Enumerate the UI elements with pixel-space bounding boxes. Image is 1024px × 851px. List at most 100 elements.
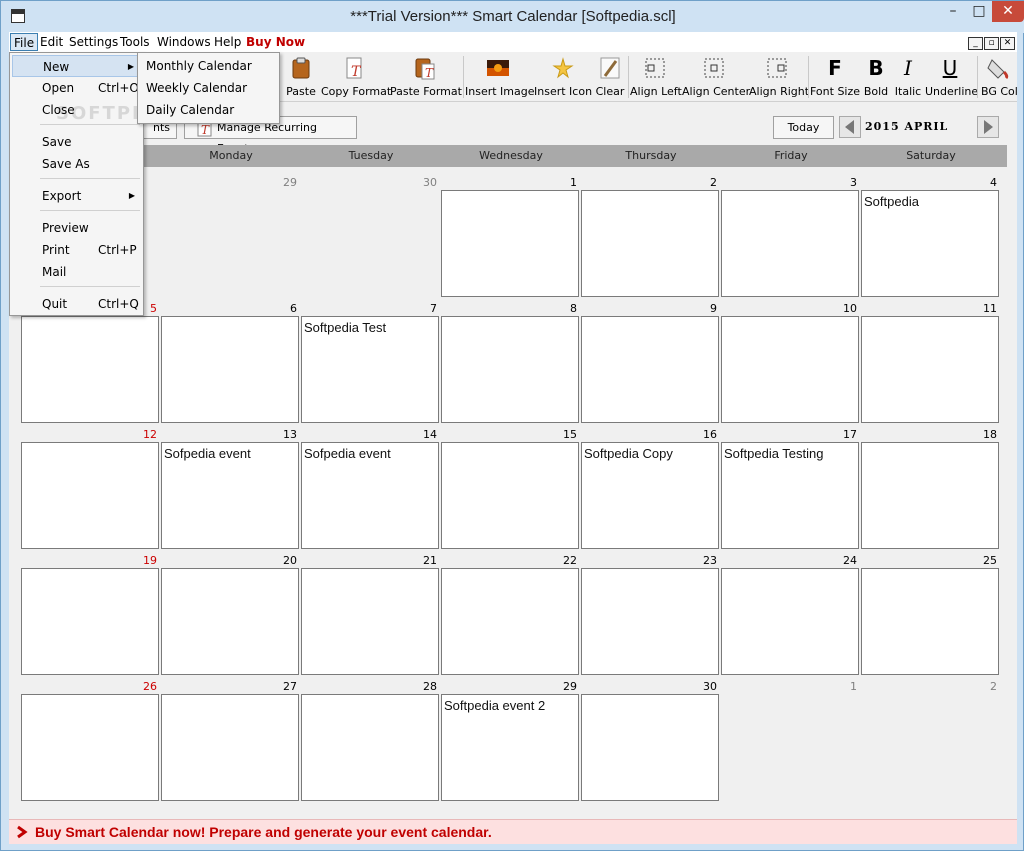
file-menu-mail[interactable]: Mail xyxy=(12,261,141,283)
file-menu-new[interactable]: New ▶ xyxy=(12,55,141,77)
menu-buy-now[interactable]: Buy Now xyxy=(243,33,308,51)
day-cell[interactable]: 18 xyxy=(861,419,1001,549)
mdi-close-button[interactable]: ✕ xyxy=(1000,37,1015,50)
file-menu-preview[interactable]: Preview xyxy=(12,217,141,239)
day-event-box[interactable] xyxy=(581,316,719,423)
day-event-box[interactable] xyxy=(161,694,299,801)
day-event-box[interactable] xyxy=(721,190,859,297)
day-event-box[interactable] xyxy=(581,568,719,675)
copy-format-button[interactable]: T Copy Format xyxy=(321,52,391,102)
maximize-button[interactable]: □ xyxy=(966,1,992,22)
next-month-arrow-icon[interactable] xyxy=(977,116,999,138)
menu-tools[interactable]: Tools xyxy=(117,33,153,51)
paste-format-button[interactable]: T Paste Format xyxy=(390,52,462,102)
close-button[interactable]: ✕ xyxy=(992,1,1024,22)
file-menu-export[interactable]: Export ▶ xyxy=(12,185,141,207)
bg-color-button[interactable]: BG Colo xyxy=(979,52,1017,102)
promo-message[interactable]: Buy Smart Calendar now! Prepare and gene… xyxy=(35,824,492,840)
file-menu-save-as[interactable]: Save As xyxy=(12,153,141,175)
day-cell[interactable]: 3 xyxy=(721,167,861,297)
day-cell[interactable]: 13 Sofpedia event xyxy=(161,419,301,549)
clear-button[interactable]: Clear xyxy=(595,52,625,102)
font-size-button[interactable]: F Font Size xyxy=(810,52,860,102)
previous-month-arrow-icon[interactable] xyxy=(839,116,861,138)
day-cell[interactable]: 9 xyxy=(581,293,721,423)
day-cell[interactable]: 26 xyxy=(21,671,161,801)
insert-image-button[interactable]: Insert Image xyxy=(465,52,535,102)
today-button[interactable]: Today xyxy=(773,116,834,139)
day-event-box[interactable]: Softpedia xyxy=(861,190,999,297)
file-menu-quit[interactable]: Quit Ctrl+Q xyxy=(12,293,141,315)
file-menu-save[interactable]: Save xyxy=(12,131,141,153)
day-cell[interactable]: 15 xyxy=(441,419,581,549)
day-event-box[interactable] xyxy=(861,442,999,549)
day-cell[interactable]: 8 xyxy=(441,293,581,423)
menu-windows[interactable]: Windows xyxy=(154,33,214,51)
mdi-minimize-button[interactable]: _ xyxy=(968,37,983,50)
day-cell[interactable]: 23 xyxy=(581,545,721,675)
day-cell[interactable]: 25 xyxy=(861,545,1001,675)
day-event-box[interactable] xyxy=(21,568,159,675)
day-cell[interactable]: 10 xyxy=(721,293,861,423)
bold-button[interactable]: B Bold xyxy=(862,52,890,102)
day-event-box[interactable] xyxy=(861,568,999,675)
underline-button[interactable]: U Underline xyxy=(925,52,978,102)
minimize-button[interactable]: – xyxy=(940,1,966,22)
align-right-button[interactable]: Align Right xyxy=(749,52,809,102)
paste-button[interactable]: Paste xyxy=(284,52,318,102)
day-cell[interactable]: 30 xyxy=(301,167,441,293)
day-event-box[interactable] xyxy=(581,190,719,297)
day-event-box[interactable] xyxy=(721,316,859,423)
day-event-box[interactable] xyxy=(441,316,579,423)
day-cell[interactable]: 19 xyxy=(21,545,161,675)
new-daily-calendar[interactable]: Daily Calendar xyxy=(140,99,277,121)
day-event-box[interactable] xyxy=(441,568,579,675)
day-cell[interactable]: 6 xyxy=(161,293,301,423)
day-event-box[interactable] xyxy=(301,568,439,675)
new-weekly-calendar[interactable]: Weekly Calendar xyxy=(140,77,277,99)
day-cell[interactable]: 28 xyxy=(301,671,441,801)
day-event-box[interactable]: Softpedia Test xyxy=(301,316,439,423)
day-event-box[interactable] xyxy=(721,568,859,675)
day-cell[interactable]: 30 xyxy=(581,671,721,801)
insert-icon-button[interactable]: Insert Icon xyxy=(534,52,592,102)
day-event-box[interactable] xyxy=(441,442,579,549)
day-cell[interactable]: 29 xyxy=(161,167,301,293)
day-cell[interactable]: 17 Softpedia Testing xyxy=(721,419,861,549)
file-menu-open[interactable]: Open Ctrl+O xyxy=(12,77,141,99)
day-cell[interactable]: 22 xyxy=(441,545,581,675)
menu-file[interactable]: File xyxy=(10,33,39,51)
day-cell[interactable]: 14 Sofpedia event xyxy=(301,419,441,549)
day-cell[interactable]: 2 xyxy=(861,671,1001,797)
day-cell[interactable]: 27 xyxy=(161,671,301,801)
day-event-box[interactable]: Softpedia Testing xyxy=(721,442,859,549)
day-event-box[interactable] xyxy=(161,316,299,423)
day-cell[interactable]: 1 xyxy=(441,167,581,297)
day-cell[interactable]: 12 xyxy=(21,419,161,549)
day-cell[interactable]: 29 Softpedia event 2 xyxy=(441,671,581,801)
day-event-box[interactable] xyxy=(301,694,439,801)
day-cell[interactable]: 2 xyxy=(581,167,721,297)
day-cell[interactable]: 24 xyxy=(721,545,861,675)
day-cell[interactable]: 11 xyxy=(861,293,1001,423)
day-cell[interactable]: 7 Softpedia Test xyxy=(301,293,441,423)
day-cell[interactable]: 4 Softpedia xyxy=(861,167,1001,297)
day-event-box[interactable] xyxy=(21,694,159,801)
day-cell[interactable]: 16 Softpedia Copy xyxy=(581,419,721,549)
day-event-box[interactable] xyxy=(21,442,159,549)
day-cell[interactable]: 1 xyxy=(721,671,861,797)
align-left-button[interactable]: Align Left xyxy=(630,52,682,102)
align-center-button[interactable]: Align Center xyxy=(682,52,750,102)
menu-help[interactable]: Help xyxy=(211,33,244,51)
new-monthly-calendar[interactable]: Monthly Calendar xyxy=(140,55,277,77)
italic-button[interactable]: I Italic xyxy=(893,52,923,102)
day-event-box[interactable]: Softpedia Copy xyxy=(581,442,719,549)
title-bar[interactable]: ***Trial Version*** Smart Calendar [Soft… xyxy=(1,1,1024,33)
mdi-restore-button[interactable]: ▫ xyxy=(984,37,999,50)
day-cell[interactable]: 20 xyxy=(161,545,301,675)
day-event-box[interactable] xyxy=(161,568,299,675)
file-menu-print[interactable]: Print Ctrl+P xyxy=(12,239,141,261)
day-event-box[interactable]: Sofpedia event xyxy=(301,442,439,549)
day-cell[interactable]: 21 xyxy=(301,545,441,675)
menu-edit[interactable]: Edit xyxy=(37,33,66,51)
